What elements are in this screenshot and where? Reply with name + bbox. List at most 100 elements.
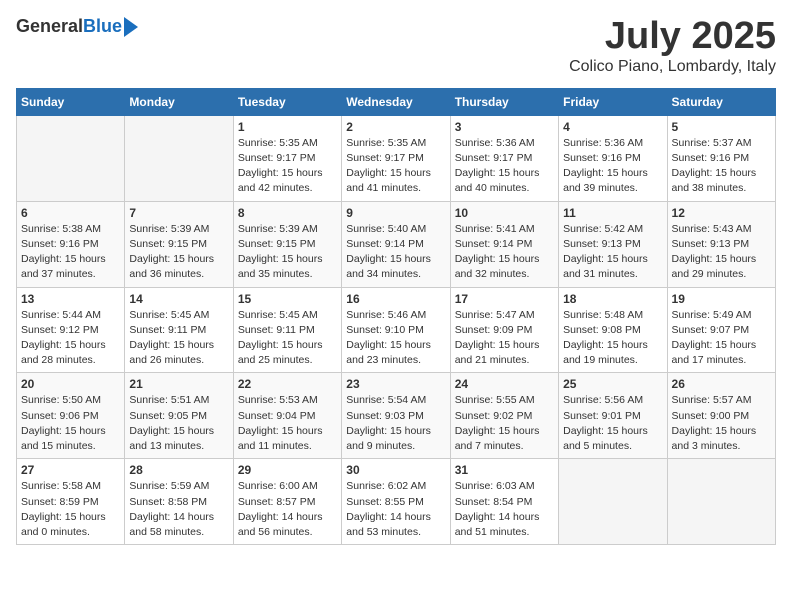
location-title: Colico Piano, Lombardy, Italy [569,58,776,76]
calendar-cell: 15 Sunrise: 5:45 AM Sunset: 9:11 PM Dayli… [233,287,341,373]
day-number: 15 [238,292,337,306]
calendar-cell: 13 Sunrise: 5:44 AM Sunset: 9:12 PM Dayli… [17,287,125,373]
calendar-cell: 3 Sunrise: 5:36 AM Sunset: 9:17 PM Daylig… [450,115,558,201]
day-number: 10 [455,206,554,220]
calendar-cell: 20 Sunrise: 5:50 AM Sunset: 9:06 PM Dayli… [17,373,125,459]
calendar-header-friday: Friday [559,88,667,115]
logo-arrow-icon [124,17,138,37]
day-info: Sunrise: 5:56 AM Sunset: 9:01 PM Dayligh… [563,393,662,454]
day-number: 29 [238,463,337,477]
calendar-table: SundayMondayTuesdayWednesdayThursdayFrid… [16,88,776,545]
calendar-cell: 22 Sunrise: 5:53 AM Sunset: 9:04 PM Dayli… [233,373,341,459]
calendar-cell [559,459,667,545]
day-number: 5 [672,120,771,134]
calendar-week-row: 6 Sunrise: 5:38 AM Sunset: 9:16 PM Daylig… [17,201,776,287]
calendar-cell: 4 Sunrise: 5:36 AM Sunset: 9:16 PM Daylig… [559,115,667,201]
day-info: Sunrise: 5:49 AM Sunset: 9:07 PM Dayligh… [672,308,771,369]
calendar-cell: 12 Sunrise: 5:43 AM Sunset: 9:13 PM Dayli… [667,201,775,287]
logo-blue-text: Blue [83,16,122,37]
calendar-week-row: 1 Sunrise: 5:35 AM Sunset: 9:17 PM Daylig… [17,115,776,201]
logo-general-text: General [16,16,83,37]
day-number: 23 [346,377,445,391]
day-number: 13 [21,292,120,306]
day-number: 2 [346,120,445,134]
day-number: 9 [346,206,445,220]
day-info: Sunrise: 5:43 AM Sunset: 9:13 PM Dayligh… [672,222,771,283]
day-number: 11 [563,206,662,220]
day-number: 6 [21,206,120,220]
day-number: 1 [238,120,337,134]
calendar-cell: 21 Sunrise: 5:51 AM Sunset: 9:05 PM Dayli… [125,373,233,459]
calendar-cell: 25 Sunrise: 5:56 AM Sunset: 9:01 PM Dayli… [559,373,667,459]
day-number: 26 [672,377,771,391]
day-number: 3 [455,120,554,134]
day-info: Sunrise: 5:36 AM Sunset: 9:17 PM Dayligh… [455,136,554,197]
day-info: Sunrise: 5:50 AM Sunset: 9:06 PM Dayligh… [21,393,120,454]
calendar-cell: 23 Sunrise: 5:54 AM Sunset: 9:03 PM Dayli… [342,373,450,459]
calendar-header-wednesday: Wednesday [342,88,450,115]
day-number: 7 [129,206,228,220]
day-info: Sunrise: 5:51 AM Sunset: 9:05 PM Dayligh… [129,393,228,454]
day-info: Sunrise: 6:03 AM Sunset: 8:54 PM Dayligh… [455,479,554,540]
calendar-cell [17,115,125,201]
day-info: Sunrise: 5:40 AM Sunset: 9:14 PM Dayligh… [346,222,445,283]
day-info: Sunrise: 5:55 AM Sunset: 9:02 PM Dayligh… [455,393,554,454]
day-info: Sunrise: 5:45 AM Sunset: 9:11 PM Dayligh… [238,308,337,369]
day-info: Sunrise: 5:37 AM Sunset: 9:16 PM Dayligh… [672,136,771,197]
day-info: Sunrise: 5:38 AM Sunset: 9:16 PM Dayligh… [21,222,120,283]
calendar-week-row: 13 Sunrise: 5:44 AM Sunset: 9:12 PM Dayli… [17,287,776,373]
day-info: Sunrise: 5:46 AM Sunset: 9:10 PM Dayligh… [346,308,445,369]
day-info: Sunrise: 5:57 AM Sunset: 9:00 PM Dayligh… [672,393,771,454]
day-info: Sunrise: 5:54 AM Sunset: 9:03 PM Dayligh… [346,393,445,454]
day-number: 31 [455,463,554,477]
calendar-cell: 16 Sunrise: 5:46 AM Sunset: 9:10 PM Dayli… [342,287,450,373]
day-info: Sunrise: 5:39 AM Sunset: 9:15 PM Dayligh… [129,222,228,283]
day-number: 22 [238,377,337,391]
page-header: General Blue July 2025 Colico Piano, Lom… [16,16,776,76]
calendar-cell [667,459,775,545]
day-number: 17 [455,292,554,306]
day-info: Sunrise: 5:35 AM Sunset: 9:17 PM Dayligh… [346,136,445,197]
day-info: Sunrise: 6:02 AM Sunset: 8:55 PM Dayligh… [346,479,445,540]
calendar-cell: 2 Sunrise: 5:35 AM Sunset: 9:17 PM Daylig… [342,115,450,201]
day-number: 12 [672,206,771,220]
calendar-cell: 27Sunrise: 5:58 AM Sunset: 8:59 PM Dayli… [17,459,125,545]
day-number: 30 [346,463,445,477]
day-number: 18 [563,292,662,306]
day-info: Sunrise: 5:44 AM Sunset: 9:12 PM Dayligh… [21,308,120,369]
calendar-cell: 30 Sunrise: 6:02 AM Sunset: 8:55 PM Dayli… [342,459,450,545]
calendar-cell: 14Sunrise: 5:45 AM Sunset: 9:11 PM Dayli… [125,287,233,373]
calendar-cell: 24 Sunrise: 5:55 AM Sunset: 9:02 PM Dayli… [450,373,558,459]
day-info: Sunrise: 5:53 AM Sunset: 9:04 PM Dayligh… [238,393,337,454]
day-number: 21 [129,377,228,391]
calendar-header-sunday: Sunday [17,88,125,115]
calendar-week-row: 27Sunrise: 5:58 AM Sunset: 8:59 PM Dayli… [17,459,776,545]
calendar-cell: 8Sunrise: 5:39 AM Sunset: 9:15 PM Daylig… [233,201,341,287]
calendar-cell: 1 Sunrise: 5:35 AM Sunset: 9:17 PM Daylig… [233,115,341,201]
logo: General Blue [16,16,138,37]
day-number: 20 [21,377,120,391]
calendar-cell: 6 Sunrise: 5:38 AM Sunset: 9:16 PM Daylig… [17,201,125,287]
day-info: Sunrise: 5:59 AM Sunset: 8:58 PM Dayligh… [129,479,228,540]
day-info: Sunrise: 5:36 AM Sunset: 9:16 PM Dayligh… [563,136,662,197]
day-info: Sunrise: 5:48 AM Sunset: 9:08 PM Dayligh… [563,308,662,369]
calendar-cell: 31 Sunrise: 6:03 AM Sunset: 8:54 PM Dayli… [450,459,558,545]
day-number: 25 [563,377,662,391]
day-number: 24 [455,377,554,391]
calendar-cell [125,115,233,201]
calendar-cell: 17 Sunrise: 5:47 AM Sunset: 9:09 PM Dayli… [450,287,558,373]
calendar-header-monday: Monday [125,88,233,115]
day-info: Sunrise: 5:42 AM Sunset: 9:13 PM Dayligh… [563,222,662,283]
day-info: Sunrise: 5:47 AM Sunset: 9:09 PM Dayligh… [455,308,554,369]
calendar-header-thursday: Thursday [450,88,558,115]
calendar-header-saturday: Saturday [667,88,775,115]
calendar-cell: 26 Sunrise: 5:57 AM Sunset: 9:00 PM Dayli… [667,373,775,459]
month-title: July 2025 [569,16,776,58]
calendar-cell: 11 Sunrise: 5:42 AM Sunset: 9:13 PM Dayli… [559,201,667,287]
day-number: 16 [346,292,445,306]
day-info: Sunrise: 5:41 AM Sunset: 9:14 PM Dayligh… [455,222,554,283]
day-number: 4 [563,120,662,134]
day-info: Sunrise: 5:35 AM Sunset: 9:17 PM Dayligh… [238,136,337,197]
day-info: Sunrise: 6:00 AM Sunset: 8:57 PM Dayligh… [238,479,337,540]
calendar-cell: 5 Sunrise: 5:37 AM Sunset: 9:16 PM Daylig… [667,115,775,201]
